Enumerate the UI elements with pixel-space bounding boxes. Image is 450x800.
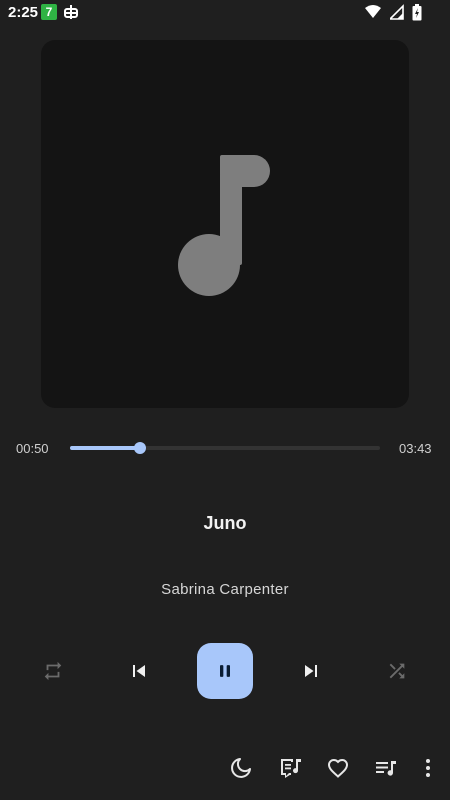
elapsed-time: 00:50 <box>16 441 49 456</box>
sleep-timer-button[interactable] <box>229 755 255 781</box>
wifi-icon <box>365 5 382 18</box>
bug-icon <box>62 3 80 21</box>
status-indicators <box>361 4 422 22</box>
pause-icon <box>220 665 230 677</box>
play-pause-button[interactable] <box>197 643 253 699</box>
skip-previous-icon <box>133 665 145 677</box>
seek-bar-progress <box>70 446 140 450</box>
queue-button[interactable] <box>373 755 399 781</box>
now-playing-screen: 2:25 7 00:50 03:43 Juno Sabrina Carpente… <box>0 0 450 800</box>
skip-next-icon <box>305 665 317 677</box>
sleep-timer-icon <box>231 758 251 778</box>
shuffle-icon <box>389 663 405 679</box>
status-bar: 2:25 7 <box>0 0 450 26</box>
calendar-badge-icon: 7 <box>41 4 57 20</box>
lyrics-icon <box>281 759 301 778</box>
track-artist[interactable]: Sabrina Carpenter <box>0 581 450 598</box>
total-duration: 03:43 <box>399 441 432 456</box>
lyrics-button[interactable] <box>277 755 303 781</box>
seek-bar[interactable] <box>70 442 380 454</box>
more-options-button[interactable] <box>415 755 441 781</box>
more-vert-icon <box>426 759 430 777</box>
favorite-button[interactable] <box>325 755 351 781</box>
battery-icon <box>412 4 422 21</box>
status-time: 2:25 <box>8 4 39 21</box>
album-artwork <box>41 40 409 408</box>
seek-bar-thumb[interactable] <box>133 442 146 454</box>
signal-icon <box>389 4 404 20</box>
previous-button[interactable] <box>124 656 154 686</box>
shuffle-button[interactable] <box>382 656 412 686</box>
music-note-icon <box>178 155 270 296</box>
favorite-icon <box>327 758 349 778</box>
repeat-button[interactable] <box>38 656 68 686</box>
queue-icon <box>376 761 396 776</box>
repeat-icon <box>44 661 62 681</box>
track-title: Juno <box>203 513 247 533</box>
next-button[interactable] <box>296 656 326 686</box>
